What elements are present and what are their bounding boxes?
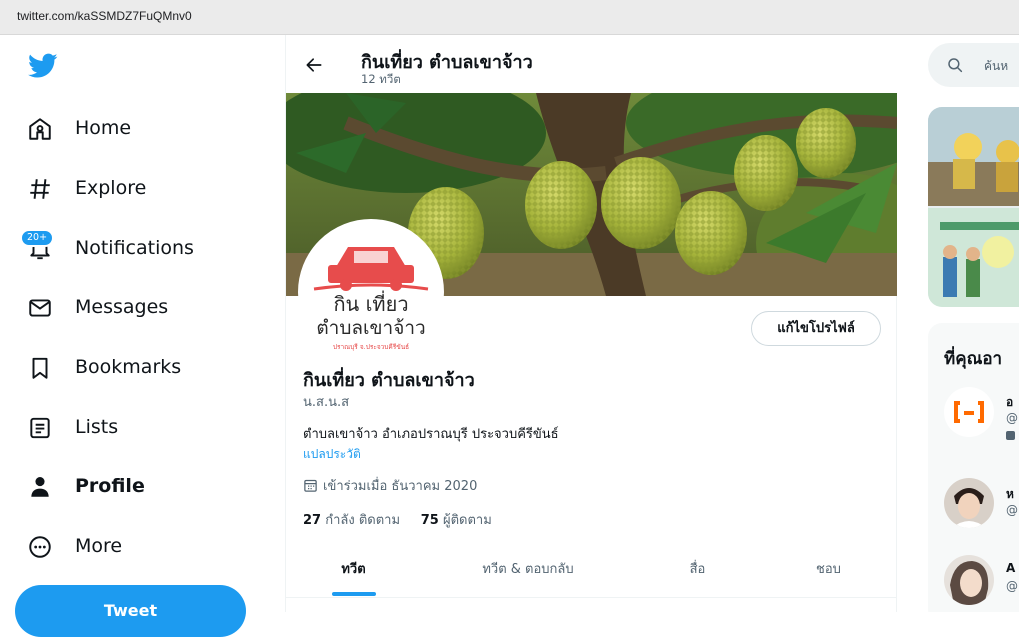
tab-tweets-replies[interactable]: ทวีต & ตอบกลับ <box>421 548 635 598</box>
avatar-line1: กิน เที่ยว <box>333 290 408 316</box>
suggestion-name[interactable]: A <box>1006 561 1015 575</box>
calendar-icon <box>304 479 317 492</box>
aliexpress-logo-icon <box>944 387 994 437</box>
profile-avatar[interactable]: กิน เที่ยว ตำบลเขาจ้าว ปราณบุรี จ.ประจวบ… <box>298 219 444 365</box>
nav-notifications[interactable]: 20+ Notifications <box>0 229 270 269</box>
nav-home[interactable]: Home <box>0 109 270 149</box>
nav-bookmarks[interactable]: Bookmarks <box>0 348 270 388</box>
joined-date: เข้าร่วมเมื่อ ธันวาคม 2020 <box>303 475 477 496</box>
bookmark-icon <box>32 357 48 379</box>
envelope-icon <box>29 299 51 317</box>
person-photo <box>944 478 994 528</box>
who-to-follow-panel: ที่คุณอา อ @ ห @ A @ <box>928 323 1019 612</box>
profile-name: กินเที่ยว ตำบลเขาจ้าว <box>303 370 475 391</box>
edit-profile-button[interactable]: แก้ไขโปรไฟล์ <box>751 311 881 346</box>
nav-messages[interactable]: Messages <box>0 288 270 328</box>
nav-lists-label: Lists <box>75 416 119 438</box>
suggestion-handle: @ <box>1006 503 1018 517</box>
back-arrow-icon[interactable] <box>304 55 324 75</box>
suggestion-handle: @ <box>1006 411 1018 425</box>
search-box[interactable]: ค้นห <box>928 43 1019 87</box>
avatar-line2: ตำบลเขาจ้าว <box>316 317 425 339</box>
nav-home-label: Home <box>75 117 132 139</box>
nav-explore-label: Explore <box>75 177 147 199</box>
nav-explore[interactable]: Explore <box>0 169 270 209</box>
joined-date-text: เข้าร่วมเมื่อ ธันวาคม 2020 <box>323 479 478 494</box>
tab-likes[interactable]: ชอบ <box>760 548 897 598</box>
tab-likes-label: ชอบ <box>816 562 841 577</box>
tweet-button[interactable]: Tweet <box>15 585 246 637</box>
person-icon <box>31 477 49 497</box>
nav-messages-label: Messages <box>75 296 169 318</box>
hashtag-icon <box>30 179 50 199</box>
followers-label: ผู้ติดตาม <box>442 513 492 528</box>
profile-header-bar: กินเที่ยว ตำบลเขาจ้าว 12 ทวีต <box>286 35 897 93</box>
tweet-count: 12 ทวีต <box>361 72 401 86</box>
suggestion-avatar[interactable] <box>944 478 994 528</box>
media-preview-grid[interactable] <box>928 107 1019 307</box>
follow-stats: 27 กำลัง ติดตาม 75 ผู้ติดตาม <box>303 509 492 530</box>
nav-more-label: More <box>75 535 123 557</box>
profile-handle: น.ส.น.ส <box>303 395 350 410</box>
followers-count: 75 <box>420 513 439 528</box>
tab-media[interactable]: สื่อ <box>635 548 760 598</box>
active-tab-indicator <box>331 592 376 596</box>
list-icon <box>30 417 50 439</box>
nav-lists[interactable]: Lists <box>0 408 270 448</box>
tab-tweets[interactable]: ทวีต <box>286 548 421 598</box>
tab-tweets-replies-label: ทวีต & ตอบกลับ <box>482 562 574 577</box>
tab-media-label: สื่อ <box>689 562 706 577</box>
nav-notifications-label: Notifications <box>75 237 194 259</box>
url-text[interactable]: twitter.com/kaSSMDZ7FuQMnv0 <box>17 9 192 23</box>
suggestion-avatar[interactable] <box>944 555 994 605</box>
promoted-icon <box>1006 431 1015 440</box>
tab-tweets-label: ทวีต <box>341 562 366 577</box>
suggestion-name[interactable]: ห <box>1006 485 1014 504</box>
profile-bio: ตำบลเขาจ้าว อำเภอปราณบุรี ประจวบคีรีขันธ… <box>303 427 559 442</box>
nav-bookmarks-label: Bookmarks <box>75 356 182 378</box>
more-circle-icon <box>29 536 51 558</box>
notifications-badge: 20+ <box>20 229 55 247</box>
following-label: กำลัง ติดตาม <box>325 513 401 528</box>
left-sidebar: Home Explore 20+ Notifications Messages … <box>0 35 285 637</box>
browser-url-bar[interactable]: twitter.com/kaSSMDZ7FuQMnv0 <box>0 0 1019 35</box>
following-count: 27 <box>303 513 322 528</box>
suggestion-name[interactable]: อ <box>1006 393 1013 412</box>
who-to-follow-title: ที่คุณอา <box>944 349 1003 369</box>
media-thumbnails <box>928 107 1019 307</box>
followers-link[interactable]: 75 ผู้ติดตาม <box>421 513 492 528</box>
home-icon <box>29 118 51 140</box>
right-sidebar: ค้นห ที่คุณอา อ @ ห @ A @ <box>898 35 1019 612</box>
avatar-image: กิน เที่ยว ตำบลเขาจ้าว ปราณบุรี จ.ประจวบ… <box>302 223 440 361</box>
following-link[interactable]: 27 กำลัง ติดตาม <box>303 513 400 528</box>
twitter-logo-icon[interactable] <box>28 53 58 79</box>
person-photo <box>944 555 994 605</box>
profile-column: กินเที่ยว ตำบลเขาจ้าว 12 ทวีต กิน เที่ยว… <box>285 35 897 612</box>
suggestion-avatar[interactable] <box>944 387 994 437</box>
search-placeholder: ค้นห <box>984 59 1009 73</box>
search-icon <box>948 58 963 73</box>
nav-profile[interactable]: Profile <box>0 467 270 507</box>
avatar-line3: ปราณบุรี จ.ประจวบคีรีขันธ์ <box>333 343 409 351</box>
profile-tabs: ทวีต ทวีต & ตอบกลับ สื่อ ชอบ <box>286 548 897 598</box>
suggestion-handle: @ <box>1006 579 1018 593</box>
translate-bio-link[interactable]: แปลประวัติ <box>303 445 361 464</box>
nav-more[interactable]: More <box>0 527 270 567</box>
nav-profile-label: Profile <box>75 475 145 497</box>
